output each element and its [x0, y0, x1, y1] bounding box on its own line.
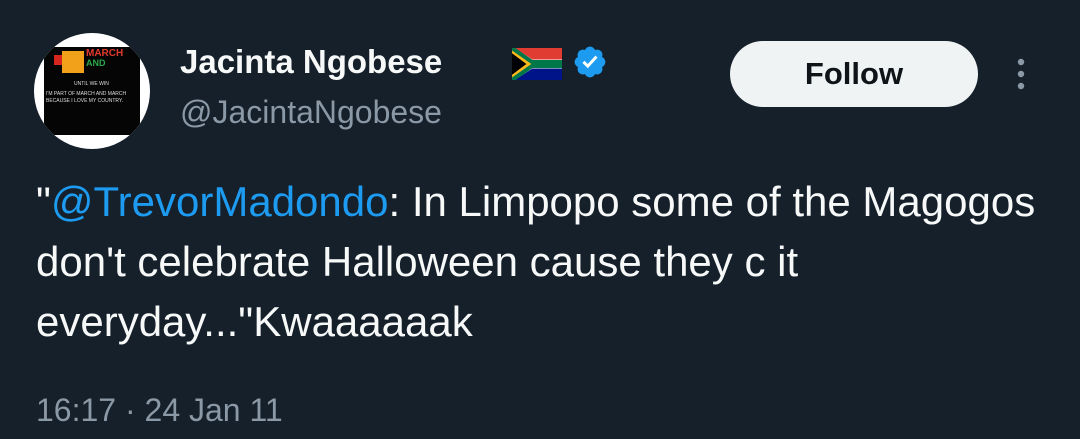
avatar[interactable]: MARCH AND UNTIL WE WIN I'M PART OF MARCH… [34, 33, 150, 149]
open-quote: " [36, 178, 51, 225]
verified-badge-icon[interactable] [572, 44, 608, 80]
tweet-card: MARCH AND UNTIL WE WIN I'M PART OF MARCH… [0, 0, 1080, 439]
more-vertical-icon[interactable] [1006, 56, 1036, 92]
avatar-orange-block [62, 51, 84, 73]
avatar-image: MARCH AND UNTIL WE WIN I'M PART OF MARCH… [44, 47, 140, 135]
avatar-subtitle: UNTIL WE WIN [74, 81, 109, 87]
author-handle[interactable]: @JacintaNgobese [180, 92, 442, 132]
author-display-name[interactable]: Jacinta Ngobese [180, 42, 442, 82]
avatar-title-line2: AND [86, 58, 106, 68]
south-africa-flag-icon [512, 48, 562, 80]
avatar-line2: BECAUSE I LOVE MY COUNTRY. [46, 98, 123, 104]
avatar-line1: I'M PART OF MARCH AND MARCH [46, 91, 127, 97]
follow-button[interactable]: Follow [730, 41, 978, 107]
tweet-timestamp[interactable]: 16:17 · 24 Jan 11 [36, 390, 283, 430]
mention-link[interactable]: @TrevorMadondo [51, 178, 389, 225]
tweet-text: "@TrevorMadondo: In Limpopo some of the … [36, 172, 1056, 352]
